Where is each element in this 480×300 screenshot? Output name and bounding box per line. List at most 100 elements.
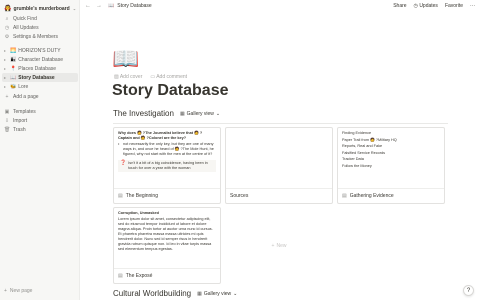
- forward-arrow-icon[interactable]: →: [96, 3, 102, 9]
- divider: [113, 123, 448, 124]
- sidebar-item-label: Story Database: [18, 74, 55, 81]
- page-title[interactable]: Story Database: [112, 82, 229, 100]
- card-preview: Corruption, Unmasked Lorem ipsum dolor s…: [114, 208, 220, 270]
- add-page-label: Add a page: [13, 93, 39, 100]
- new-card-label: New: [276, 242, 287, 249]
- add-cover-label: Add cover: [119, 74, 143, 80]
- expand-icon[interactable]: ▸: [4, 57, 8, 62]
- callout-text: Isn't it a bit of a big coincidence, hav…: [128, 161, 208, 170]
- sidebar-templates[interactable]: ▣ Templates: [4, 107, 78, 116]
- back-arrow-icon[interactable]: ←: [85, 3, 91, 9]
- view-switcher[interactable]: ▦ Gallery view ⌄: [197, 291, 237, 297]
- new-page-button[interactable]: + New page: [4, 288, 32, 294]
- page-icon: ▤: [118, 273, 123, 279]
- clock-icon: ◷: [4, 24, 10, 31]
- new-page-label: New page: [9, 288, 33, 294]
- plus-icon: +: [4, 288, 7, 294]
- card-preview: Why does 🧑 ?The Journalist believe that …: [114, 128, 220, 190]
- add-page-button[interactable]: + Add a page: [4, 92, 78, 101]
- sidebar-item-lore[interactable]: ▸ 🐝 Lore: [2, 82, 78, 91]
- card-footer: ▤ The Beginning: [114, 188, 220, 203]
- card-title: Gathering Evidence: [349, 193, 394, 199]
- expand-icon[interactable]: ▸: [4, 84, 8, 89]
- expand-icon[interactable]: ▸: [4, 75, 8, 80]
- chevron-down-icon: ⌄: [215, 110, 221, 117]
- updates-button[interactable]: ◷ Updates: [414, 3, 438, 9]
- card-preview: Finding Evidence Paper Trail from 🧑 ?Mil…: [338, 128, 444, 190]
- sidebar-item-label: Templates: [13, 108, 36, 115]
- card-heading: Corruption, Unmasked: [118, 211, 159, 215]
- add-comment-label: Add comment: [156, 74, 188, 80]
- card-line: Tracker Data: [342, 157, 364, 162]
- sidebar-item-horizons-duty[interactable]: ▸ 🌅 HORIZON'S DUTY: [2, 46, 78, 55]
- sidebar: 🧛 grumble's murderboard ⌄ ⌕ Quick Find ◷…: [0, 0, 80, 300]
- card-line: Finding Evidence: [342, 131, 372, 135]
- bullet-item: • not necessarily the only key, but they…: [118, 142, 216, 157]
- sidebar-import[interactable]: ⇩ Import: [4, 116, 78, 125]
- card-footer: Sources: [226, 188, 332, 203]
- plus-icon: +: [5, 93, 9, 100]
- card-line: Paper Trail from 🧑 ?Military HQ: [342, 137, 397, 142]
- sidebar-quick-find[interactable]: ⌕ Quick Find: [4, 14, 78, 23]
- sidebar-item-label: Import: [13, 117, 28, 124]
- gallery-icon: ▦: [179, 110, 185, 117]
- question-icon: ❓: [120, 160, 127, 166]
- new-card-button[interactable]: + New: [225, 207, 333, 284]
- workspace-switcher[interactable]: 🧛 grumble's murderboard ⌄: [4, 3, 78, 14]
- updates-label: Updates: [419, 3, 438, 9]
- add-comment-button[interactable]: ▭ Add comment: [150, 74, 187, 80]
- expand-icon[interactable]: ▸: [4, 66, 8, 71]
- gallery-card-expose[interactable]: Corruption, Unmasked Lorem ipsum dolor s…: [113, 207, 221, 284]
- sidebar-all-updates[interactable]: ◷ All Updates: [4, 23, 78, 32]
- card-footer: ▤ Gathering Evidence: [338, 188, 444, 203]
- more-options-icon[interactable]: ···: [470, 3, 475, 9]
- gallery-card-beginning[interactable]: Why does 🧑 ?The Journalist believe that …: [113, 127, 221, 204]
- section-title[interactable]: Cultural Worldbuilding: [113, 289, 191, 298]
- section-header-worldbuilding: Cultural Worldbuilding ▦ Gallery view ⌄: [113, 289, 237, 298]
- sidebar-item-label: Settings & Members: [13, 33, 59, 40]
- bullet-icon: •: [118, 142, 120, 146]
- add-cover-button[interactable]: ▨ Add cover: [114, 74, 142, 80]
- breadcrumb-emoji: 📖: [108, 3, 115, 9]
- sidebar-trash[interactable]: 🗑 Trash: [4, 125, 78, 134]
- sidebar-item-character-database[interactable]: ▸ 👩‍👧 Character Database: [2, 55, 78, 64]
- page-emoji: 📖: [10, 74, 17, 81]
- view-label: Gallery view: [203, 290, 232, 297]
- sidebar-item-places-database[interactable]: ▸ 📍 Places Database: [2, 64, 78, 73]
- card-heading: Why does 🧑 ?The Journalist believe that …: [118, 131, 203, 140]
- page-emoji: 👩‍👧: [10, 56, 17, 63]
- favorite-button[interactable]: Favorite: [445, 3, 463, 9]
- topbar: ← → 📖 Story Database Share ◷ Updates Fav…: [80, 0, 480, 12]
- sidebar-item-label: Places Database: [18, 65, 57, 72]
- workspace-name: grumble's murderboard: [13, 5, 70, 12]
- chevron-down-icon: ⌄: [72, 6, 77, 11]
- page-icon: ▤: [118, 193, 123, 199]
- gallery-icon: ▦: [197, 290, 202, 297]
- sidebar-item-label: Lore: [18, 83, 29, 90]
- card-title: The Exposé: [125, 273, 153, 279]
- gallery-card-sources[interactable]: Sources: [225, 127, 333, 204]
- bullet-text: not necessarily the only key, but they a…: [123, 142, 214, 156]
- trash-icon: 🗑: [4, 126, 11, 133]
- section-title[interactable]: The Investigation: [113, 109, 174, 118]
- share-button[interactable]: Share: [393, 3, 406, 9]
- import-icon: ⇩: [4, 117, 10, 124]
- sidebar-item-label: HORIZON'S DUTY: [18, 47, 61, 54]
- view-label: Gallery view: [186, 110, 214, 117]
- card-preview: [226, 128, 332, 190]
- page-icon[interactable]: 📖: [112, 46, 139, 72]
- sidebar-item-label: Character Database: [18, 56, 63, 63]
- sidebar-item-label: All Updates: [13, 24, 39, 31]
- gallery-card-evidence[interactable]: Finding Evidence Paper Trail from 🧑 ?Mil…: [337, 127, 445, 204]
- card-title: Sources: [230, 193, 249, 199]
- breadcrumb-label: Story Database: [117, 3, 152, 9]
- view-switcher[interactable]: ▦ Gallery view ⌄: [180, 111, 220, 117]
- breadcrumb[interactable]: 📖 Story Database: [108, 3, 152, 9]
- expand-icon[interactable]: ▸: [4, 48, 8, 53]
- help-button[interactable]: ?: [463, 285, 474, 296]
- sidebar-settings[interactable]: ⚙ Settings & Members: [4, 32, 78, 41]
- search-icon: ⌕: [5, 15, 9, 22]
- chevron-down-icon: ⌄: [233, 290, 238, 297]
- card-line: Follow the Money: [342, 163, 372, 168]
- sidebar-item-story-database[interactable]: ▸ 📖 Story Database: [2, 73, 78, 82]
